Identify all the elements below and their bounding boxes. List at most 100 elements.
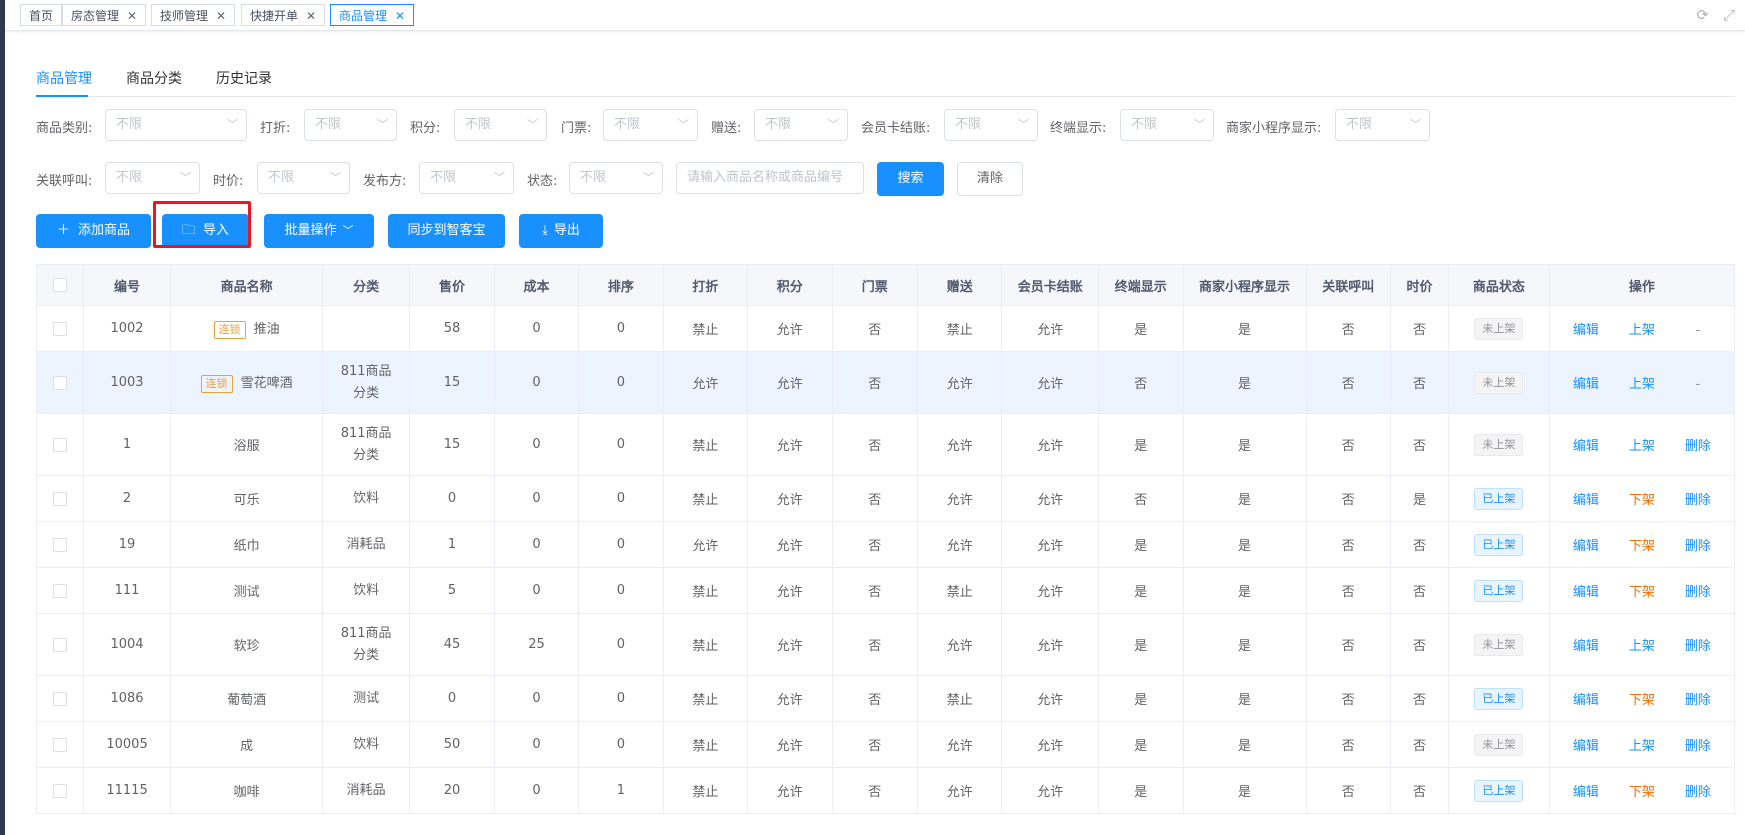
edit-link[interactable]: 编辑 [1558,319,1614,338]
toggle-shelf-link[interactable]: 上架 [1614,319,1670,338]
edit-link[interactable]: 编辑 [1558,735,1614,754]
table-row[interactable]: 11115 咖啡 消耗品 20 0 1 禁止 允许否允许 允许是是否否已上架 编辑 下架 删除 [36,767,1736,814]
category-select[interactable]: 不限 ﹀ [105,109,247,141]
fullscreen-icon[interactable]: ⤢ [1723,6,1735,24]
table-row[interactable]: 19 纸巾 消耗品 1 0 0 允许 允许否允许 允许是是否否已上架 编辑 下架 删除 [36,521,1736,568]
select-all-checkbox[interactable] [36,264,84,306]
checkbox[interactable] [52,537,67,552]
close-icon[interactable]: ✕ [306,9,316,23]
cell-ticket: 否 [831,767,918,814]
close-icon[interactable]: ✕ [216,9,226,23]
checkbox[interactable] [52,737,67,752]
row-checkbox-cell[interactable] [36,767,84,814]
toggle-shelf-link[interactable]: 下架 [1614,689,1670,708]
cell-points: 允许 [747,475,833,522]
batch-operation-button[interactable]: 批量操作 ﹀ [264,214,374,248]
points-select[interactable]: 不限 ﹀ [454,109,547,141]
page-tab-technician[interactable]: 技师管理 ✕ [151,4,236,26]
page-tab-home[interactable]: 首页 [20,4,63,26]
time-price-select[interactable]: 不限 ﹀ [257,162,350,194]
mini-program-select[interactable]: 不限 ﹀ [1335,109,1430,141]
cell-member: 允许 [1001,475,1100,522]
status-select[interactable]: 不限 ﹀ [569,162,663,194]
row-checkbox-cell[interactable] [36,567,84,614]
edit-link[interactable]: 编辑 [1558,581,1614,600]
row-checkbox-cell[interactable] [36,475,84,522]
delete-link[interactable]: 删除 [1670,535,1726,554]
table-row[interactable]: 1002 连锁 推油 58 0 0 禁止 允许否禁止 允许是是否否未上架 编辑 上架 - [36,305,1736,352]
delete-link[interactable]: 删除 [1670,581,1726,600]
cell-ticket: 否 [831,521,918,568]
delete-link[interactable]: 删除 [1670,735,1726,754]
gift-select[interactable]: 不限 ﹀ [754,109,848,141]
toggle-shelf-link[interactable]: 下架 [1614,781,1670,800]
delete-link[interactable]: 删除 [1670,489,1726,508]
checkbox[interactable] [52,278,67,292]
edit-link[interactable]: 编辑 [1558,781,1614,800]
page-tab-room-status[interactable]: 房态管理 ✕ [62,4,147,26]
edit-link[interactable]: 编辑 [1558,635,1614,654]
add-goods-button[interactable]: ＋ 添加商品 [36,214,151,248]
checkbox[interactable] [52,321,67,336]
cell-cost: 0 [493,305,580,352]
checkbox[interactable] [52,637,67,652]
table-row[interactable]: 1 浴服 811商品分类 15 0 0 禁止 允许否允许 允许是是否否未上架 编辑 上架 删除 [36,413,1736,476]
row-checkbox-cell[interactable] [36,351,84,414]
tab-goods-management[interactable]: 商品管理 [36,68,92,88]
checkbox[interactable] [52,583,67,598]
edit-link[interactable]: 编辑 [1558,373,1614,392]
filter-label-terminal: 终端显示: [1050,121,1107,136]
call-select[interactable]: 不限 ﹀ [105,162,200,194]
discount-select[interactable]: 不限 ﹀ [304,109,397,141]
page-tab-goods[interactable]: 商品管理 ✕ [330,4,415,26]
table-row[interactable]: 111 测试 饮料 5 0 0 禁止 允许否禁止 允许是是否否已上架 编辑 下架 删除 [36,567,1736,614]
table-row[interactable]: 1003 连锁 雪花啤酒 811商品分类 15 0 0 允许 允许否允许 允许否是否否未上架 编辑上… [36,351,1736,414]
checkbox[interactable] [52,437,67,452]
edit-link[interactable]: 编辑 [1558,435,1614,454]
edit-link[interactable]: 编辑 [1558,535,1614,554]
table-row[interactable]: 1086 葡萄酒 测试 0 0 0 禁止 允许否禁止 允许是是否否已上架 编辑 下架 删除 [36,675,1736,722]
row-checkbox-cell[interactable] [36,721,84,768]
toggle-shelf-link[interactable]: 下架 [1614,581,1670,600]
checkbox[interactable] [52,691,67,706]
delete-link[interactable]: 删除 [1670,689,1726,708]
member-card-select[interactable]: 不限 ﹀ [944,109,1038,141]
row-checkbox-cell[interactable] [36,613,84,676]
clear-button[interactable]: 清除 [957,162,1023,196]
table-row[interactable]: 1004 软珍 811商品分类 45 25 0 禁止 允许否允许 允许是是否否未上架 编辑 上架 删除 [36,613,1736,676]
sync-button[interactable]: 同步到智客宝 [388,214,505,248]
export-button[interactable]: ⤓ 导出 [519,214,603,248]
row-checkbox-cell[interactable] [36,675,84,722]
table-row[interactable]: 10005 成饮料 50 0 0 禁止 允许否允许 允许是是否否未上架 编辑 上架 删除 [36,721,1736,768]
row-checkbox-cell[interactable] [36,305,84,352]
row-checkbox-cell[interactable] [36,521,84,568]
cell-call: 否 [1305,475,1392,522]
checkbox[interactable] [52,491,67,506]
publisher-select[interactable]: 不限 ﹀ [419,162,514,194]
search-button[interactable]: 搜索 [877,162,944,196]
delete-link[interactable]: 删除 [1670,435,1726,454]
toggle-shelf-link[interactable]: 下架 [1614,489,1670,508]
toggle-shelf-link[interactable]: 上架 [1614,635,1670,654]
close-icon[interactable]: ✕ [395,9,405,23]
checkbox[interactable] [52,783,67,798]
close-icon[interactable]: ✕ [127,9,137,23]
table-row[interactable]: 2 可乐 饮料 0 0 0 禁止 允许否允许 允许否是否是已上架 编辑 下架 删除 [36,475,1736,522]
refresh-icon[interactable]: ⟳ [1696,6,1709,24]
toggle-shelf-link[interactable]: 上架 [1614,373,1670,392]
page-tab-quick-order[interactable]: 快捷开单 ✕ [241,4,326,26]
toggle-shelf-link[interactable]: 上架 [1614,735,1670,754]
tab-goods-category[interactable]: 商品分类 [126,68,182,88]
delete-link[interactable]: 删除 [1670,781,1726,800]
toggle-shelf-link[interactable]: 上架 [1614,435,1670,454]
delete-link[interactable]: 删除 [1670,635,1726,654]
edit-link[interactable]: 编辑 [1558,489,1614,508]
toggle-shelf-link[interactable]: 下架 [1614,535,1670,554]
checkbox[interactable] [52,375,67,390]
tab-history[interactable]: 历史记录 [216,68,272,88]
edit-link[interactable]: 编辑 [1558,689,1614,708]
ticket-select[interactable]: 不限 ﹀ [603,109,698,141]
row-checkbox-cell[interactable] [36,413,84,476]
terminal-select[interactable]: 不限 ﹀ [1120,109,1214,141]
search-input[interactable]: 请输入商品名称或商品编号 [676,162,864,194]
